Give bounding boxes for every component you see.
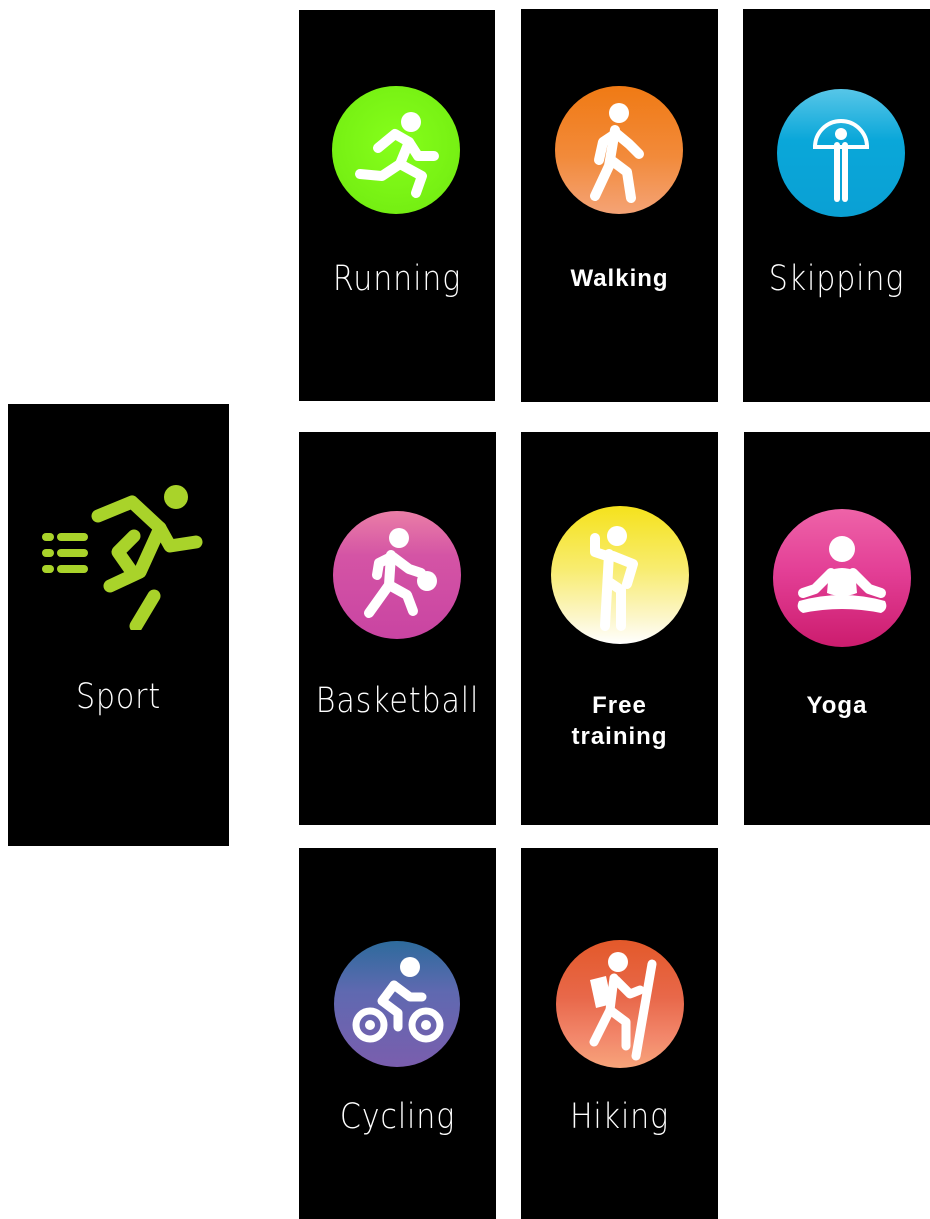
basketball-screen[interactable]: Basketball	[299, 432, 496, 825]
running-label: Running	[332, 259, 462, 299]
hiking-label: Hiking	[569, 1097, 670, 1137]
cycling-label: Cycling	[339, 1097, 456, 1137]
cycling-icon	[352, 957, 444, 1043]
skipping-label: Skipping	[768, 259, 905, 299]
hiking-icon	[589, 952, 657, 1061]
free-training-label: Free training	[521, 690, 718, 752]
free-training-icon	[590, 526, 638, 631]
yoga-screen[interactable]: Yoga	[744, 432, 930, 825]
running-screen[interactable]: Running	[299, 10, 495, 401]
basketball-icon	[364, 528, 437, 618]
cycling-circle	[334, 941, 460, 1067]
yoga-label: Yoga	[806, 692, 868, 719]
free-training-screen[interactable]: Free training	[521, 432, 718, 825]
hiking-screen[interactable]: Hiking	[521, 848, 718, 1219]
walking-label: Walking	[570, 265, 669, 292]
skipping-circle	[777, 89, 905, 217]
free-training-label-line1: Free	[592, 692, 647, 719]
cycling-screen[interactable]: Cycling	[299, 848, 496, 1219]
free-training-label-line2: training	[571, 723, 668, 750]
walking-icon	[590, 103, 644, 203]
walking-screen[interactable]: Walking	[521, 9, 718, 402]
basketball-label: Basketball	[315, 681, 480, 721]
running-icon	[355, 112, 439, 198]
walking-circle	[555, 86, 683, 214]
sprinter-icon	[42, 485, 203, 630]
sport-label: Sport	[75, 677, 162, 717]
skipping-icon	[813, 119, 869, 202]
skipping-screen[interactable]: Skipping	[743, 9, 930, 402]
running-circle	[332, 86, 460, 214]
free-training-circle	[551, 506, 689, 644]
basketball-circle	[333, 511, 461, 639]
yoga-circle	[773, 509, 911, 647]
sport-screen[interactable]: Sport	[8, 404, 229, 846]
hiking-circle	[556, 940, 684, 1068]
yoga-icon	[797, 536, 887, 613]
